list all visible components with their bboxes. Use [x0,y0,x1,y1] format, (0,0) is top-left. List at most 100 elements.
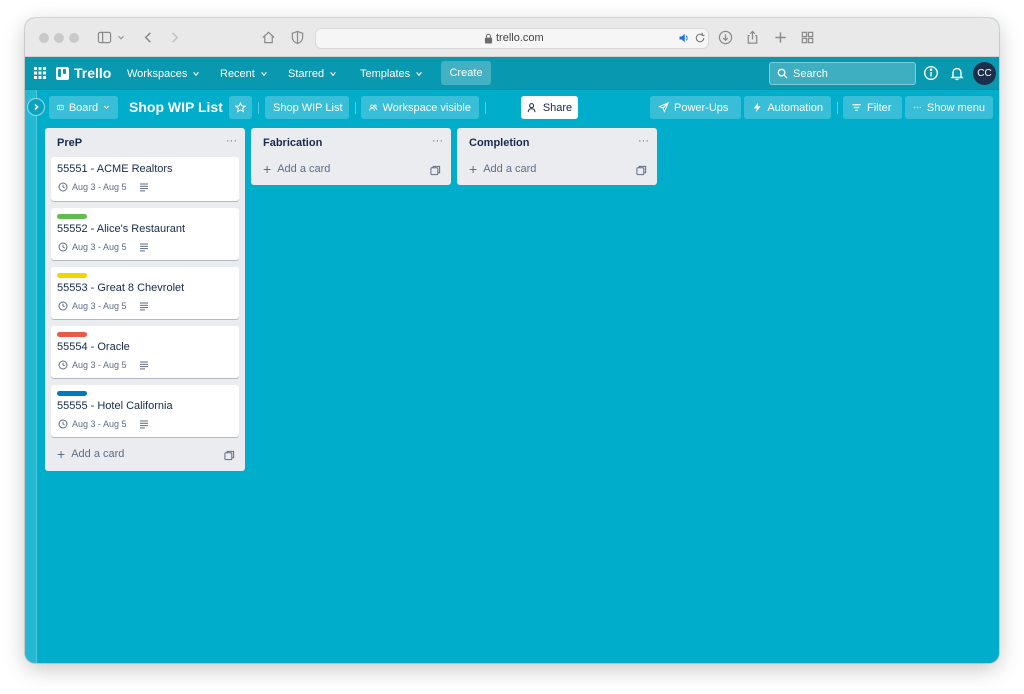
power-ups-label: Power-Ups [674,101,729,114]
list-menu-button[interactable]: ··· [638,135,649,147]
board-title[interactable]: Shop WIP List [129,99,223,115]
rocket-icon [658,102,669,113]
address-bar[interactable]: trello.com [315,28,709,49]
card-dates: Aug 3 - Aug 5 [72,419,127,429]
clock-icon [58,360,68,370]
list-card[interactable]: 55551 - ACME Realtors Aug 3 - Aug 5 [51,157,239,201]
share-page-icon[interactable] [743,28,761,46]
card-title: 55551 - ACME Realtors [57,163,173,175]
zoom-window-button[interactable] [69,33,79,43]
card-template-icon[interactable] [636,165,647,176]
board-view-icon [57,104,64,111]
nav-starred[interactable]: Starred [288,65,337,83]
apps-grid-icon[interactable] [34,67,46,79]
add-card-button[interactable]: + Add a card [263,162,331,176]
card-badges: Aug 3 - Aug 5 [58,419,149,429]
card-template-icon[interactable] [430,165,441,176]
trello-header: Trello Workspaces Recent Starred Templat… [25,57,999,90]
card-label-green[interactable] [57,214,87,219]
workspace-button[interactable]: Shop WIP List [265,96,349,119]
info-icon[interactable] [923,65,939,81]
card-label-blue[interactable] [57,391,87,396]
card-title: 55553 - Great 8 Chevrolet [57,282,185,294]
list-title[interactable]: Completion [469,137,530,149]
card-dates: Aug 3 - Aug 5 [72,242,127,252]
add-card-label: Add a card [71,448,125,460]
chevron-down-icon [104,105,110,110]
list-card[interactable]: 55554 - Oracle Aug 3 - Aug 5 [51,326,239,378]
create-button[interactable]: Create [441,61,491,85]
download-icon[interactable] [716,28,734,46]
list-prep: PreP ··· 55551 - ACME Realtors Aug 3 - A… [45,128,245,471]
browser-titlebar: trello.com [25,18,999,57]
toolbar-divider [485,102,486,114]
show-menu-button[interactable]: Show menu [905,96,993,119]
list-menu-button[interactable]: ··· [432,135,443,147]
chevron-down-icon [261,72,267,77]
search-placeholder: Search [793,68,828,80]
card-label-yellow[interactable] [57,273,87,278]
card-dates: Aug 3 - Aug 5 [72,360,127,370]
card-label-red[interactable] [57,332,87,337]
add-card-label: Add a card [277,163,331,175]
clock-icon [58,242,68,252]
board-view-label: Board [68,101,99,114]
list-card[interactable]: 55555 - Hotel California Aug 3 - Aug 5 [51,385,239,437]
toolbar-divider [837,102,838,114]
chevron-down-icon [330,72,336,77]
list-menu-button[interactable]: ··· [226,135,237,147]
search-icon [777,68,788,79]
filter-button[interactable]: Filter [843,96,902,119]
trello-logo-text: Trello [74,65,112,81]
browser-window: trello.com Trello Workspaces Recent Star… [25,18,999,663]
chevron-down-icon[interactable] [116,28,126,46]
speaker-icon[interactable] [678,32,690,44]
card-dates: Aug 3 - Aug 5 [72,301,127,311]
card-template-icon[interactable] [224,450,235,461]
power-ups-button[interactable]: Power-Ups [650,96,741,119]
list-title[interactable]: PreP [57,137,82,149]
tab-overview-icon[interactable] [798,28,816,46]
home-icon[interactable] [259,28,277,46]
search-input[interactable]: Search [769,62,916,85]
workspace-visible-icon [369,104,378,111]
visibility-button[interactable]: Workspace visible [361,96,479,119]
person-add-icon [527,103,536,113]
list-card[interactable]: 55553 - Great 8 Chevrolet Aug 3 - Aug 5 [51,267,239,319]
automation-label: Automation [767,101,823,114]
trello-logo[interactable]: Trello [56,65,111,81]
minimize-window-button[interactable] [54,33,64,43]
description-icon [139,243,148,252]
share-button[interactable]: Share [521,96,578,119]
automation-button[interactable]: Automation [744,96,831,119]
filter-label: Filter [867,101,892,114]
list-title[interactable]: Fabrication [263,137,322,149]
privacy-shield-icon[interactable] [288,28,306,46]
clock-icon [58,301,68,311]
forward-icon[interactable] [165,28,183,46]
nav-recent[interactable]: Recent [220,65,268,83]
bell-icon[interactable] [949,65,965,81]
new-tab-icon[interactable] [771,28,789,46]
url-text: trello.com [496,32,544,44]
sidebar-toggle-icon[interactable] [95,28,113,46]
board-sidebar-collapsed [25,90,37,663]
nav-workspaces[interactable]: Workspaces [127,65,200,83]
card-badges: Aug 3 - Aug 5 [58,182,149,192]
back-icon[interactable] [139,28,157,46]
plus-icon: + [57,445,66,462]
star-board-button[interactable] [229,96,252,119]
lightning-icon [753,102,761,113]
add-card-button[interactable]: + Add a card [469,162,537,176]
nav-label: Workspaces [127,68,188,80]
reload-icon[interactable] [694,32,706,44]
add-card-label: Add a card [483,163,537,175]
avatar[interactable]: CC [973,62,996,85]
list-completion: Completion ··· + Add a card [457,128,657,185]
close-window-button[interactable] [39,33,49,43]
add-card-button[interactable]: + Add a card [57,445,125,462]
board-view-switcher[interactable]: Board [49,96,118,119]
list-card[interactable]: 55552 - Alice's Restaurant Aug 3 - Aug 5 [51,208,239,260]
card-title: 55552 - Alice's Restaurant [57,223,186,235]
nav-templates[interactable]: Templates [360,65,423,83]
